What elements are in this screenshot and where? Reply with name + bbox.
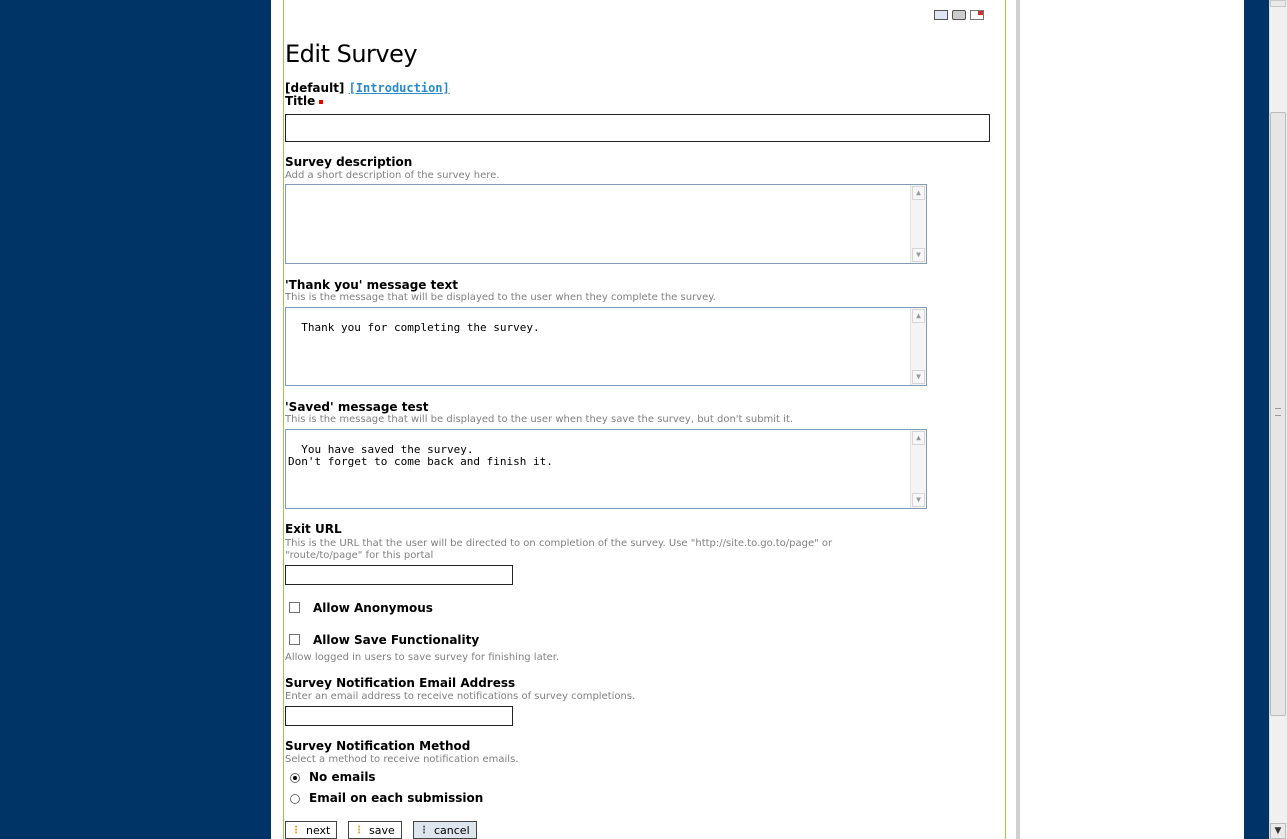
- exit-url-help-line2: "route/to/page" for this portal: [285, 550, 434, 561]
- allow-save-label: Allow Save Functionality: [313, 633, 480, 647]
- notification-email-input[interactable]: [285, 706, 513, 726]
- scroll-down-icon[interactable]: ▼: [912, 248, 925, 262]
- page-toolbar: [934, 10, 984, 22]
- scroll-up-icon[interactable]: ▲: [912, 431, 925, 445]
- tab-introduction-link[interactable]: [Introduction]: [349, 81, 450, 95]
- textarea-scrollbar[interactable]: ▲ ▼: [910, 430, 926, 508]
- radio-no-emails[interactable]: [290, 773, 300, 783]
- allow-anonymous-checkbox[interactable]: [289, 602, 300, 613]
- description-label: Survey description: [285, 155, 413, 169]
- bullet-icon: ⋮: [291, 824, 301, 836]
- next-button-label: next: [306, 823, 331, 837]
- thank-you-textarea[interactable]: Thank you for completing the survey. ▲ ▼: [285, 307, 927, 386]
- textarea-scrollbar[interactable]: ▲ ▼: [910, 185, 926, 263]
- content-border-left: [283, 0, 284, 839]
- cancel-button-label: cancel: [434, 823, 470, 837]
- scroll-down-button[interactable]: ▼: [1270, 823, 1286, 839]
- thank-you-text: Thank you for completing the survey.: [301, 321, 540, 334]
- saved-label: 'Saved' message test: [285, 400, 429, 414]
- saved-text: You have saved the survey. Don't forget …: [288, 443, 553, 468]
- scroll-down-icon[interactable]: ▼: [912, 370, 925, 384]
- notification-email-help: Enter an email address to receive notifi…: [285, 691, 636, 702]
- allow-save-checkbox[interactable]: [289, 634, 300, 645]
- right-background-band: [1244, 0, 1269, 839]
- bullet-icon: ⋮: [354, 824, 364, 836]
- radio-email-each-submission-label: Email on each submission: [309, 791, 484, 805]
- save-button-label: save: [369, 823, 395, 837]
- exit-url-help-line1: This is the URL that the user will be di…: [285, 538, 833, 549]
- scroll-up-button[interactable]: [1270, 0, 1286, 7]
- column-divider: [1016, 0, 1020, 839]
- next-button[interactable]: ⋮ next: [285, 821, 338, 839]
- email-icon[interactable]: [934, 10, 948, 20]
- description-textarea[interactable]: ▲ ▼: [285, 184, 927, 264]
- thank-you-help: This is the message that will be display…: [285, 292, 716, 303]
- thank-you-label: 'Thank you' message text: [285, 278, 458, 292]
- scrollbar-grip-icon: [1275, 408, 1281, 416]
- radio-email-each-submission[interactable]: [290, 794, 300, 804]
- description-help: Add a short description of the survey he…: [285, 170, 500, 181]
- saved-textarea[interactable]: You have saved the survey. Don't forget …: [285, 429, 927, 509]
- bullet-icon: ⋮: [419, 824, 429, 836]
- saved-help: This is the message that will be display…: [285, 414, 794, 425]
- scroll-up-icon[interactable]: ▲: [912, 186, 925, 200]
- textarea-scrollbar[interactable]: ▲ ▼: [910, 308, 926, 385]
- title-label-text: Title: [285, 94, 316, 108]
- content-border-right: [1005, 0, 1006, 839]
- title-label: Title: [285, 94, 324, 108]
- popup-icon[interactable]: [970, 10, 984, 20]
- scroll-down-icon[interactable]: ▼: [912, 493, 925, 507]
- notification-method-help: Select a method to receive notification …: [285, 754, 519, 765]
- required-marker-icon: [319, 99, 324, 104]
- survey-tabs: [default] [Introduction]: [285, 81, 450, 95]
- print-icon[interactable]: [952, 10, 966, 20]
- exit-url-input[interactable]: [285, 565, 513, 585]
- cancel-button[interactable]: ⋮ cancel: [413, 821, 477, 839]
- radio-no-emails-label: No emails: [309, 770, 376, 784]
- exit-url-label: Exit URL: [285, 522, 342, 536]
- title-input[interactable]: [285, 114, 990, 142]
- allow-anonymous-label: Allow Anonymous: [313, 601, 433, 615]
- allow-save-help: Allow logged in users to save survey for…: [285, 652, 560, 663]
- left-background-band: [0, 0, 271, 839]
- save-button[interactable]: ⋮ save: [348, 821, 402, 839]
- notification-email-label: Survey Notification Email Address: [285, 676, 516, 690]
- page-title: Edit Survey: [285, 40, 418, 68]
- notification-method-label: Survey Notification Method: [285, 739, 471, 753]
- scroll-up-icon[interactable]: ▲: [912, 309, 925, 323]
- tab-default: [default]: [285, 81, 345, 95]
